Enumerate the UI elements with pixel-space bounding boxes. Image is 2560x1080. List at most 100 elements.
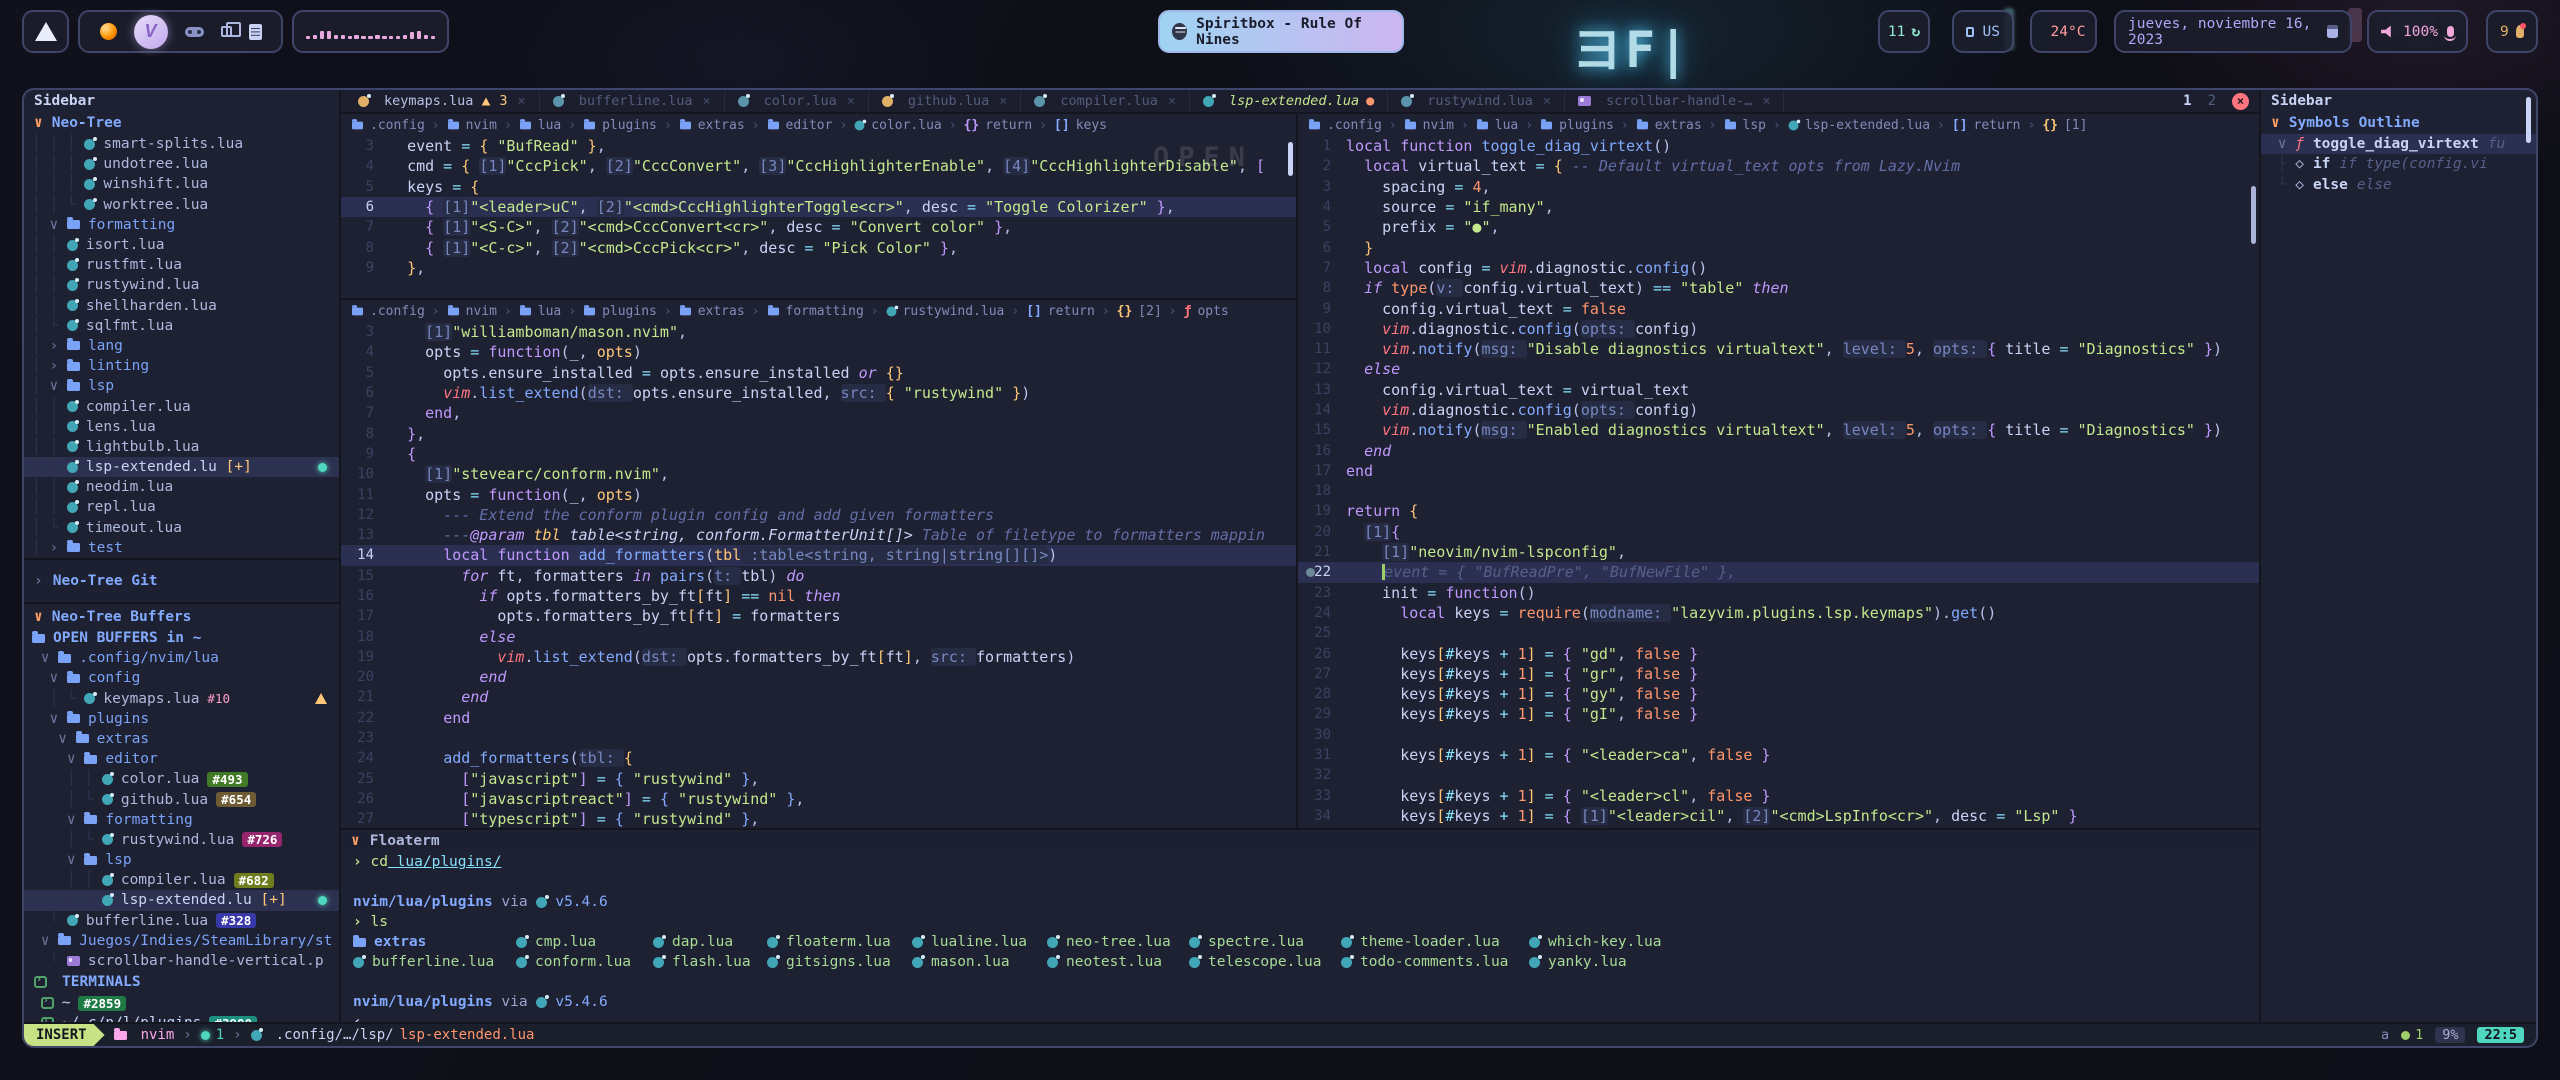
breadcrumb-item[interactable]: lsp <box>1724 118 1766 133</box>
breadcrumb-item[interactable]: lua <box>519 304 561 319</box>
terminal-item[interactable]: ~#2859 <box>24 993 339 1013</box>
tree-item[interactable]: │ │ └ worktree.lua <box>24 195 339 215</box>
close-icon[interactable]: × <box>999 93 1007 109</box>
tab-color-lua[interactable]: color.lua× <box>725 90 869 112</box>
date-widget[interactable]: jueves, noviembre 16, 2023 <box>2114 10 2352 53</box>
neovim-button[interactable]: V <box>134 15 168 49</box>
pane-scrollbar-handle[interactable] <box>2251 186 2256 244</box>
firefox-button[interactable] <box>100 23 117 40</box>
breadcrumb-item[interactable]: nvim <box>1404 118 1454 133</box>
documents-button[interactable] <box>249 24 262 40</box>
buffer-item[interactable]: │ └ github.lua#654 <box>24 789 339 809</box>
buffer-item[interactable]: └ bufferline.lua#328 <box>24 911 339 931</box>
editor-pane-color-lua[interactable]: .config›nvim›lua›plugins›extras›editor›c… <box>341 114 1296 300</box>
tree-item[interactable]: │ │ shellharden.lua <box>24 296 339 316</box>
close-icon[interactable]: × <box>1168 93 1176 109</box>
breadcrumb-item[interactable]: []keys <box>1054 118 1107 133</box>
buffer-item[interactable]: │ │ compiler.lua#682 <box>24 870 339 890</box>
tabpage-2[interactable]: 2 <box>2208 93 2216 109</box>
buffer-item[interactable]: ∨ plugins <box>24 709 339 729</box>
floaterm-panel[interactable]: ∨ Floaterm › cd lua/plugins/nvim/lua/plu… <box>341 828 2259 1022</box>
tab-lsp-extended-lua[interactable]: lsp-extended.lua● <box>1190 90 1388 112</box>
tree-item[interactable]: │ │ compiler.lua <box>24 396 339 416</box>
breadcrumb-item[interactable]: {}return <box>964 118 1033 133</box>
tree-item[interactable]: │ └ sqlfmt.lua <box>24 316 339 336</box>
section-neotree[interactable]: ∨ Neo-Tree <box>24 112 339 134</box>
buffer-item[interactable]: │ └ keymaps.lua#10 <box>24 689 339 709</box>
editor-pane-lsp-extended-lua[interactable]: .config›nvim›lua›plugins›extras›lsp›lsp-… <box>1298 114 2259 828</box>
tree-item[interactable]: │ › test <box>24 538 339 558</box>
notifications-widget[interactable]: 9 <box>2486 10 2538 53</box>
breadcrumb-item[interactable]: []return <box>1026 304 1095 319</box>
buffer-item[interactable]: ∨ config <box>24 668 339 688</box>
breadcrumb-item[interactable]: editor <box>767 118 833 133</box>
close-all-button[interactable]: × <box>2232 93 2249 110</box>
terminal-item[interactable]: ~/.c/n/l/plugins#3980 <box>24 1013 339 1022</box>
weather-widget[interactable]: 24°C <box>2030 10 2097 53</box>
breadcrumb-item[interactable]: {}[2] <box>1117 304 1162 319</box>
tree-item[interactable]: │ │ │ winshift.lua <box>24 174 339 194</box>
breadcrumb-item[interactable]: plugins <box>583 304 657 319</box>
outline-item[interactable]: ├ ◇ifif type(config.vi <box>2261 154 2536 174</box>
keyboard-layout-widget[interactable]: US <box>1952 10 2014 53</box>
games-button[interactable] <box>185 27 204 37</box>
tree-item[interactable]: │ │ lsp-extended.lu [+] <box>24 457 339 477</box>
pane-scrollbar-handle[interactable] <box>1288 142 1293 176</box>
tab-rustywind-lua[interactable]: rustywind.lua× <box>1388 90 1565 112</box>
tree-item[interactable]: │ │ rustfmt.lua <box>24 255 339 275</box>
breadcrumb-item[interactable]: nvim <box>447 304 497 319</box>
breadcrumb-item[interactable]: color.lua <box>854 118 941 133</box>
breadcrumb-item[interactable]: []return <box>1952 118 2021 133</box>
tree-item[interactable]: │ │ repl.lua <box>24 497 339 517</box>
breadcrumb-item[interactable]: rustywind.lua <box>886 304 1005 319</box>
buffer-item[interactable]: │ └ rustywind.lua#726 <box>24 830 339 850</box>
buffer-item[interactable]: ∨ Juegos/Indies/SteamLibrary/st <box>24 931 339 951</box>
breadcrumb-item[interactable]: nvim <box>447 118 497 133</box>
buffer-item[interactable]: │ │ color.lua#493 <box>24 769 339 789</box>
breadcrumb-item[interactable]: lua <box>1476 118 1518 133</box>
outline-item[interactable]: └ ◇elseelse <box>2261 175 2536 195</box>
close-icon[interactable]: × <box>1543 93 1551 109</box>
floaterm-header[interactable]: ∨ Floaterm <box>341 830 2259 852</box>
breadcrumb-item[interactable]: extras <box>1636 118 1702 133</box>
buffer-item[interactable]: ∨ lsp <box>24 850 339 870</box>
breadcrumb-item[interactable]: plugins <box>583 118 657 133</box>
buffer-item[interactable]: └ scrollbar-handle-vertical.p <box>24 951 339 971</box>
tree-item[interactable]: │ › linting <box>24 356 339 376</box>
section-terminals[interactable]: TERMINALS <box>24 971 339 993</box>
volume-widget[interactable]: 100% <box>2367 10 2468 53</box>
section-neotree-buffers[interactable]: ∨ Neo-Tree Buffers <box>24 606 339 628</box>
breadcrumb-item[interactable]: ƒopts <box>1184 304 1229 319</box>
breadcrumb-item[interactable]: extras <box>679 304 745 319</box>
breadcrumb-item[interactable]: lsp-extended.lua <box>1788 118 1930 133</box>
breadcrumb-item[interactable]: plugins <box>1540 118 1614 133</box>
tree-item[interactable]: │ └ timeout.lua <box>24 518 339 538</box>
updates-widget[interactable]: 11 ↻ <box>1878 10 1930 53</box>
close-icon[interactable]: × <box>1762 93 1770 109</box>
breadcrumb-item[interactable]: .config <box>351 304 425 319</box>
outline-item[interactable]: ∨ ƒtoggle_diag_virtextfu <box>2261 134 2536 154</box>
buffer-item[interactable]: ∨ .config/nvim/lua <box>24 648 339 668</box>
close-icon[interactable]: × <box>702 93 710 109</box>
buffer-item[interactable]: │ └ lsp-extended.lu [+] <box>24 890 339 910</box>
breadcrumb-item[interactable]: {}[1] <box>2042 118 2087 133</box>
launcher-button[interactable] <box>22 10 69 53</box>
now-playing-widget[interactable]: Spiritbox - Rule Of Nines <box>1158 10 1404 53</box>
tab-bufferline-lua[interactable]: bufferline.lua× <box>540 90 725 112</box>
close-icon[interactable]: × <box>847 93 855 109</box>
tree-item[interactable]: │ │ rustywind.lua <box>24 275 339 295</box>
breadcrumb-item[interactable]: .config <box>351 118 425 133</box>
tabpage-1[interactable]: 1 <box>2183 93 2191 109</box>
tree-item[interactable]: │ │ lightbulb.lua <box>24 437 339 457</box>
buffer-item[interactable]: ∨ editor <box>24 749 339 769</box>
section-symbols-outline[interactable]: ∨ Symbols Outline <box>2261 112 2536 134</box>
tab-compiler-lua[interactable]: compiler.lua× <box>1021 90 1190 112</box>
tab-keymaps-lua[interactable]: keymaps.lua3× <box>345 90 540 112</box>
tree-item[interactable]: │ │ lens.lua <box>24 417 339 437</box>
breadcrumb-item[interactable]: .config <box>1308 118 1382 133</box>
editor-pane-rustywind-lua[interactable]: .config›nvim›lua›plugins›extras›formatti… <box>341 300 1296 828</box>
buffer-item[interactable]: OPEN BUFFERS in ~ <box>24 628 339 648</box>
section-neotree-git[interactable]: › Neo-Tree Git <box>24 558 339 604</box>
tree-item[interactable]: │ │ isort.lua <box>24 235 339 255</box>
tab-scrollbar-handle-[interactable]: scrollbar-handle-…× <box>1565 90 1784 112</box>
